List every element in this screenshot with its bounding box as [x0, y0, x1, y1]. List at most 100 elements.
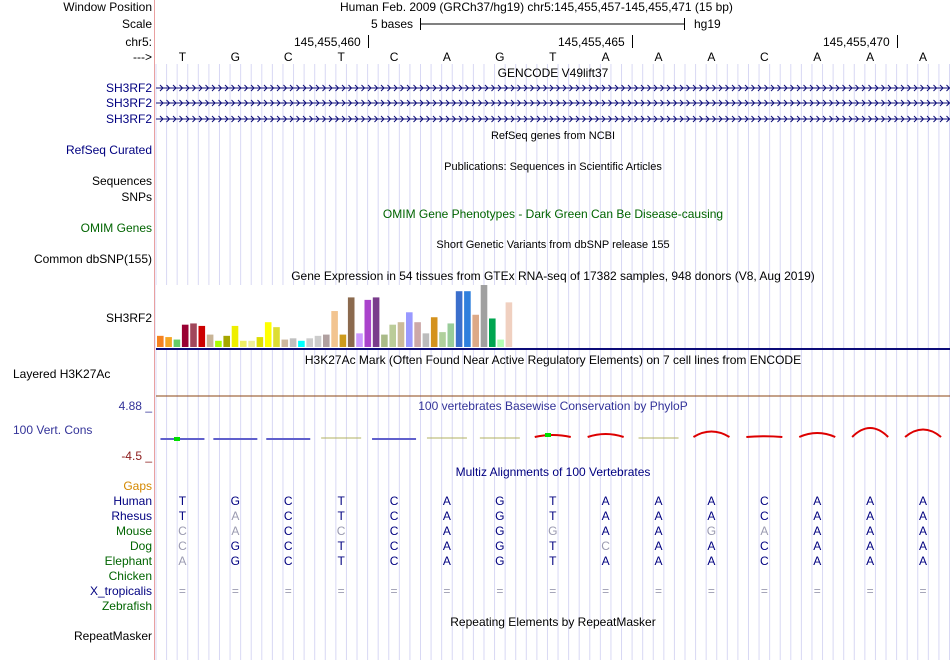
ruler-base: A [813, 50, 822, 64]
gencode-gene-label-2[interactable]: SH3RF2 [106, 96, 152, 111]
multiz-base: C [283, 524, 293, 538]
multiz-base: = [231, 584, 239, 598]
gtex-tissue-bar [314, 335, 322, 347]
gencode-gene-label-3[interactable]: SH3RF2 [106, 112, 152, 127]
omim-track-label[interactable]: OMIM Genes [81, 221, 152, 236]
multiz-base: A [178, 554, 187, 568]
publications-track-title[interactable]: Publications: Sequences in Scientific Ar… [156, 160, 950, 175]
phylop-track-title[interactable]: 100 vertebrates Basewise Conservation by… [156, 399, 950, 414]
multiz-base: A [442, 494, 451, 508]
scale-label: Scale [121, 17, 152, 31]
gtex-tissue-bar [273, 327, 280, 347]
dbsnp-track-title[interactable]: Short Genetic Variants from dbSNP releas… [156, 238, 950, 253]
multiz-base: C [178, 539, 187, 553]
multiz-base: A [813, 509, 822, 523]
gtex-tissue-bar [173, 339, 181, 347]
ruler-base: A [442, 50, 451, 64]
phylop-ymin-label: -4.5 _ [121, 449, 152, 463]
multiz-base: G [495, 494, 505, 508]
multiz-species-label[interactable]: X_tropicalis [90, 584, 152, 599]
gtex-tissue-bar [198, 325, 206, 347]
multiz-base: = [337, 584, 345, 598]
gtex-tissue-bar [489, 318, 496, 347]
multiz-species-label[interactable]: Rhesus [111, 509, 152, 524]
gtex-tissue-bar [215, 340, 222, 347]
multiz-base: C [760, 554, 769, 568]
gtex-tissue-bar [339, 334, 347, 347]
gtex-tissue-bar [331, 311, 338, 347]
gencode-gene-label-1[interactable]: SH3RF2 [106, 81, 152, 96]
multiz-track-title[interactable]: Multiz Alignments of 100 Vertebrates [156, 465, 950, 480]
multiz-base: A [919, 554, 928, 568]
multiz-base: C [178, 524, 187, 538]
multiz-species-label[interactable]: Elephant [105, 554, 152, 569]
gtex-tissue-bar [347, 297, 355, 347]
chrom-label: chr5: [125, 35, 152, 49]
multiz-base: G [495, 524, 505, 538]
gtex-tissue-bar [439, 332, 446, 347]
multiz-base: C [283, 539, 293, 553]
omim-track-title[interactable]: OMIM Gene Phenotypes - Dark Green Can Be… [156, 207, 950, 222]
publications-sequences-label[interactable]: Sequences [92, 174, 152, 189]
multiz-base: C [283, 494, 293, 508]
multiz-gaps-label[interactable]: Gaps [123, 479, 152, 494]
gtex-tissue-bar [256, 337, 264, 347]
gtex-track-title[interactable]: Gene Expression in 54 tissues from GTEx … [156, 269, 950, 284]
multiz-base: T [178, 494, 187, 508]
multiz-base: A [919, 509, 928, 523]
window-position-label: Window Position [63, 0, 152, 14]
multiz-base: = [813, 584, 821, 598]
multiz-base: C [760, 494, 769, 508]
multiz-base: T [549, 509, 557, 523]
multiz-base: G [495, 554, 505, 568]
multiz-base: A [442, 554, 451, 568]
phylop-peak [851, 427, 889, 438]
phylop-green-mark-1 [174, 437, 180, 441]
ruler-base: T [178, 50, 187, 64]
multiz-base: A [654, 524, 663, 538]
ruler-base: C [760, 50, 769, 64]
gtex-tissue-bar [190, 323, 197, 347]
multiz-base: C [389, 524, 399, 538]
repeatmasker-track-label[interactable]: RepeatMasker [74, 629, 152, 644]
phylop-peak [534, 434, 571, 438]
multiz-base: A [707, 494, 716, 508]
publications-snps-label[interactable]: SNPs [121, 190, 152, 205]
multiz-base: A [442, 524, 451, 538]
multiz-species-label[interactable]: Human [113, 494, 152, 509]
multiz-base: G [495, 509, 505, 523]
h3k27ac-track-title[interactable]: H3K27Ac Mark (Often Found Near Active Re… [156, 353, 950, 368]
multiz-base: A [654, 554, 663, 568]
ruler-base: A [707, 50, 716, 64]
phylop-track-label[interactable]: 100 Vert. Cons [13, 423, 92, 438]
multiz-species-label[interactable]: Zebrafish [102, 599, 152, 614]
multiz-base: = [655, 584, 663, 598]
multiz-base: T [337, 554, 345, 568]
gtex-tissue-bar [231, 325, 239, 347]
gencode-track-title[interactable]: GENCODE V49lift37 [156, 66, 950, 81]
gtex-tissue-bar [298, 340, 305, 347]
multiz-species-label[interactable]: Chicken [109, 569, 152, 584]
multiz-base: A [866, 509, 875, 523]
multiz-base: A [601, 554, 610, 568]
multiz-species-label[interactable]: Mouse [116, 524, 152, 539]
dbsnp-track-label[interactable]: Common dbSNP(155) [34, 252, 152, 267]
gtex-tissue-bar [181, 324, 189, 347]
gtex-gene-label[interactable]: SH3RF2 [106, 311, 152, 326]
strand-arrow-label[interactable]: ---> [133, 50, 152, 65]
refseq-track-label[interactable]: RefSeq Curated [66, 143, 152, 158]
multiz-species-label[interactable]: Dog [130, 539, 152, 554]
h3k27ac-track-label[interactable]: Layered H3K27Ac [13, 367, 110, 382]
phylop-peak [798, 432, 836, 438]
multiz-base: A [442, 539, 451, 553]
ruler-base: A [866, 50, 875, 64]
gtex-tissue-bar [281, 339, 289, 347]
multiz-base: A [813, 554, 822, 568]
refseq-track-title[interactable]: RefSeq genes from NCBI [156, 129, 950, 144]
repeatmasker-track-title[interactable]: Repeating Elements by RepeatMasker [156, 615, 950, 630]
multiz-base: A [707, 554, 716, 568]
multiz-base: C [760, 509, 769, 523]
gtex-tissue-bar [381, 334, 388, 347]
multiz-base: A [866, 524, 875, 538]
gtex-tissue-bar [472, 314, 479, 347]
